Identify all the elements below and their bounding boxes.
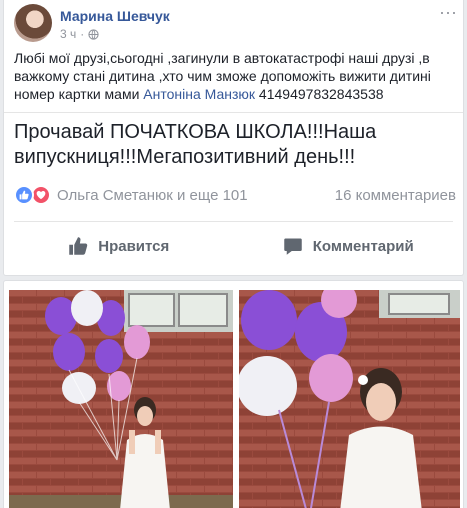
reactions-bar: Ольга Сметанюк и еще 101 16 комментариев bbox=[14, 184, 456, 206]
post-header: Марина Шевчук 3 ч · ··· bbox=[14, 2, 457, 44]
divider bbox=[4, 112, 463, 113]
like-button[interactable]: Нравится bbox=[4, 229, 234, 263]
comments-count[interactable]: 16 комментариев bbox=[335, 187, 456, 204]
post-photo-1[interactable] bbox=[9, 290, 233, 508]
comment-button[interactable]: Комментарий bbox=[234, 229, 464, 263]
reaction-names[interactable]: Ольга Сметанюк и еще 101 bbox=[57, 187, 248, 204]
post-text: Любі мої друзі,сьогодні ,загинули в авто… bbox=[14, 49, 454, 103]
card-number: 4149497832843538 bbox=[255, 86, 384, 102]
action-bar: Нравится Комментарий bbox=[4, 229, 463, 263]
like-reaction-icon[interactable] bbox=[14, 185, 34, 205]
post-card: Марина Шевчук 3 ч · ··· Любі мої друзі,с… bbox=[3, 0, 464, 276]
girl-portrait-photo bbox=[239, 290, 460, 508]
globe-icon bbox=[88, 28, 99, 40]
thumbs-up-icon bbox=[69, 237, 88, 255]
girl-with-balloons-photo bbox=[9, 290, 233, 508]
more-options-button[interactable]: ··· bbox=[439, 2, 457, 23]
mention-link[interactable]: Антоніна Манзюк bbox=[143, 86, 255, 102]
heart-icon bbox=[36, 190, 46, 200]
avatar[interactable] bbox=[14, 4, 52, 42]
post-meta: 3 ч · bbox=[60, 27, 99, 41]
speech-bubble-icon bbox=[283, 238, 302, 255]
thumbs-up-icon bbox=[19, 190, 29, 200]
meta-dot: · bbox=[80, 27, 85, 41]
love-reaction-icon[interactable] bbox=[31, 185, 51, 205]
post-photo-2[interactable] bbox=[239, 290, 460, 508]
shared-text: Прочавай ПОЧАТКОВА ШКОЛА!!!Наша випускни… bbox=[14, 121, 377, 168]
actions-divider bbox=[14, 221, 453, 222]
author-name[interactable]: Марина Шевчук bbox=[60, 8, 170, 24]
post-time[interactable]: 3 ч bbox=[60, 27, 76, 41]
comment-label: Комментарий bbox=[312, 237, 414, 255]
photo-card bbox=[3, 280, 464, 508]
like-label: Нравится bbox=[98, 237, 170, 255]
